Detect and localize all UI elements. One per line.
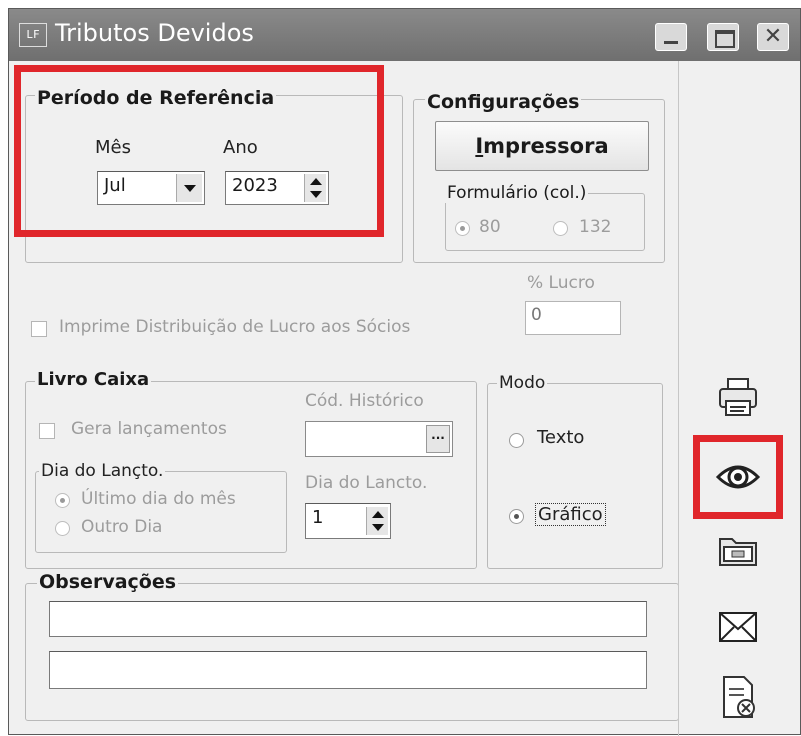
printer-icon[interactable] bbox=[714, 373, 762, 421]
radio-grafico[interactable] bbox=[509, 509, 524, 524]
dia-lancto-spinner[interactable]: 1 bbox=[305, 503, 391, 539]
modo-group bbox=[487, 383, 663, 569]
radio-80-label: 80 bbox=[479, 217, 501, 237]
browse-button[interactable]: ... bbox=[426, 425, 450, 453]
radio-outro-dia[interactable] bbox=[55, 521, 70, 536]
folder-icon[interactable] bbox=[714, 525, 762, 573]
gera-lancamentos-checkbox[interactable] bbox=[39, 423, 55, 439]
dia-spin-buttons[interactable] bbox=[366, 507, 388, 535]
radio-132-label: 132 bbox=[579, 217, 612, 237]
distribuicao-checkbox[interactable] bbox=[31, 321, 47, 337]
observacoes-legend: Observações bbox=[37, 571, 179, 593]
window-title: Tributos Devidos bbox=[55, 19, 254, 47]
document-close-icon[interactable] bbox=[714, 673, 762, 721]
maximize-button[interactable] bbox=[707, 23, 739, 51]
cod-historico-label: Cód. Histórico bbox=[305, 391, 424, 411]
observacoes-line1-input[interactable] bbox=[49, 601, 647, 637]
highlight-periodo bbox=[14, 65, 384, 237]
radio-texto[interactable] bbox=[509, 433, 524, 448]
minimize-button[interactable] bbox=[655, 23, 687, 51]
dia-lancto-group bbox=[35, 471, 287, 553]
radio-ultimo-dia[interactable] bbox=[55, 493, 70, 508]
spin-up-icon[interactable] bbox=[367, 507, 389, 521]
impressora-button-label: mpressora bbox=[483, 134, 609, 158]
livro-caixa-legend: Livro Caixa bbox=[35, 369, 152, 390]
configuracoes-legend: Configurações bbox=[425, 91, 582, 113]
grafico-label: Gráfico bbox=[535, 503, 606, 526]
modo-legend: Modo bbox=[497, 373, 548, 393]
gera-lancamentos-label: Gera lançamentos bbox=[71, 419, 227, 439]
dia-lancto-value: 1 bbox=[312, 507, 324, 528]
formulario-legend: Formulário (col.) bbox=[445, 183, 589, 203]
ultimo-dia-label: Último dia do mês bbox=[81, 489, 236, 509]
spin-down-icon[interactable] bbox=[367, 521, 389, 535]
tributos-devidos-window: LF Tributos Devidos ✕ Período de Referên… bbox=[8, 8, 801, 736]
dia-lancto-legend: Dia do Lançto. bbox=[39, 461, 166, 481]
texto-label: Texto bbox=[537, 427, 585, 448]
lucro-input[interactable]: 0 bbox=[525, 301, 621, 335]
radio-132[interactable] bbox=[553, 221, 568, 236]
sidebar-divider bbox=[678, 61, 679, 736]
outro-dia-label: Outro Dia bbox=[81, 517, 163, 537]
app-icon: LF bbox=[19, 23, 47, 47]
envelope-icon[interactable] bbox=[714, 603, 762, 651]
radio-80[interactable] bbox=[455, 221, 470, 236]
distribuicao-label: Imprime Distribuição de Lucro aos Sócios bbox=[59, 317, 411, 337]
lucro-label: % Lucro bbox=[527, 273, 595, 293]
eye-icon[interactable] bbox=[714, 453, 762, 501]
close-button[interactable]: ✕ bbox=[757, 23, 789, 51]
dia-lancto-label: Dia do Lancto. bbox=[305, 473, 428, 493]
impressora-mnemonic: I bbox=[475, 134, 484, 158]
cod-historico-input[interactable]: ... bbox=[305, 421, 453, 457]
impressora-button[interactable]: Impressora bbox=[435, 121, 649, 171]
observacoes-line2-input[interactable] bbox=[49, 651, 647, 689]
title-bar[interactable]: LF Tributos Devidos ✕ bbox=[9, 9, 800, 61]
